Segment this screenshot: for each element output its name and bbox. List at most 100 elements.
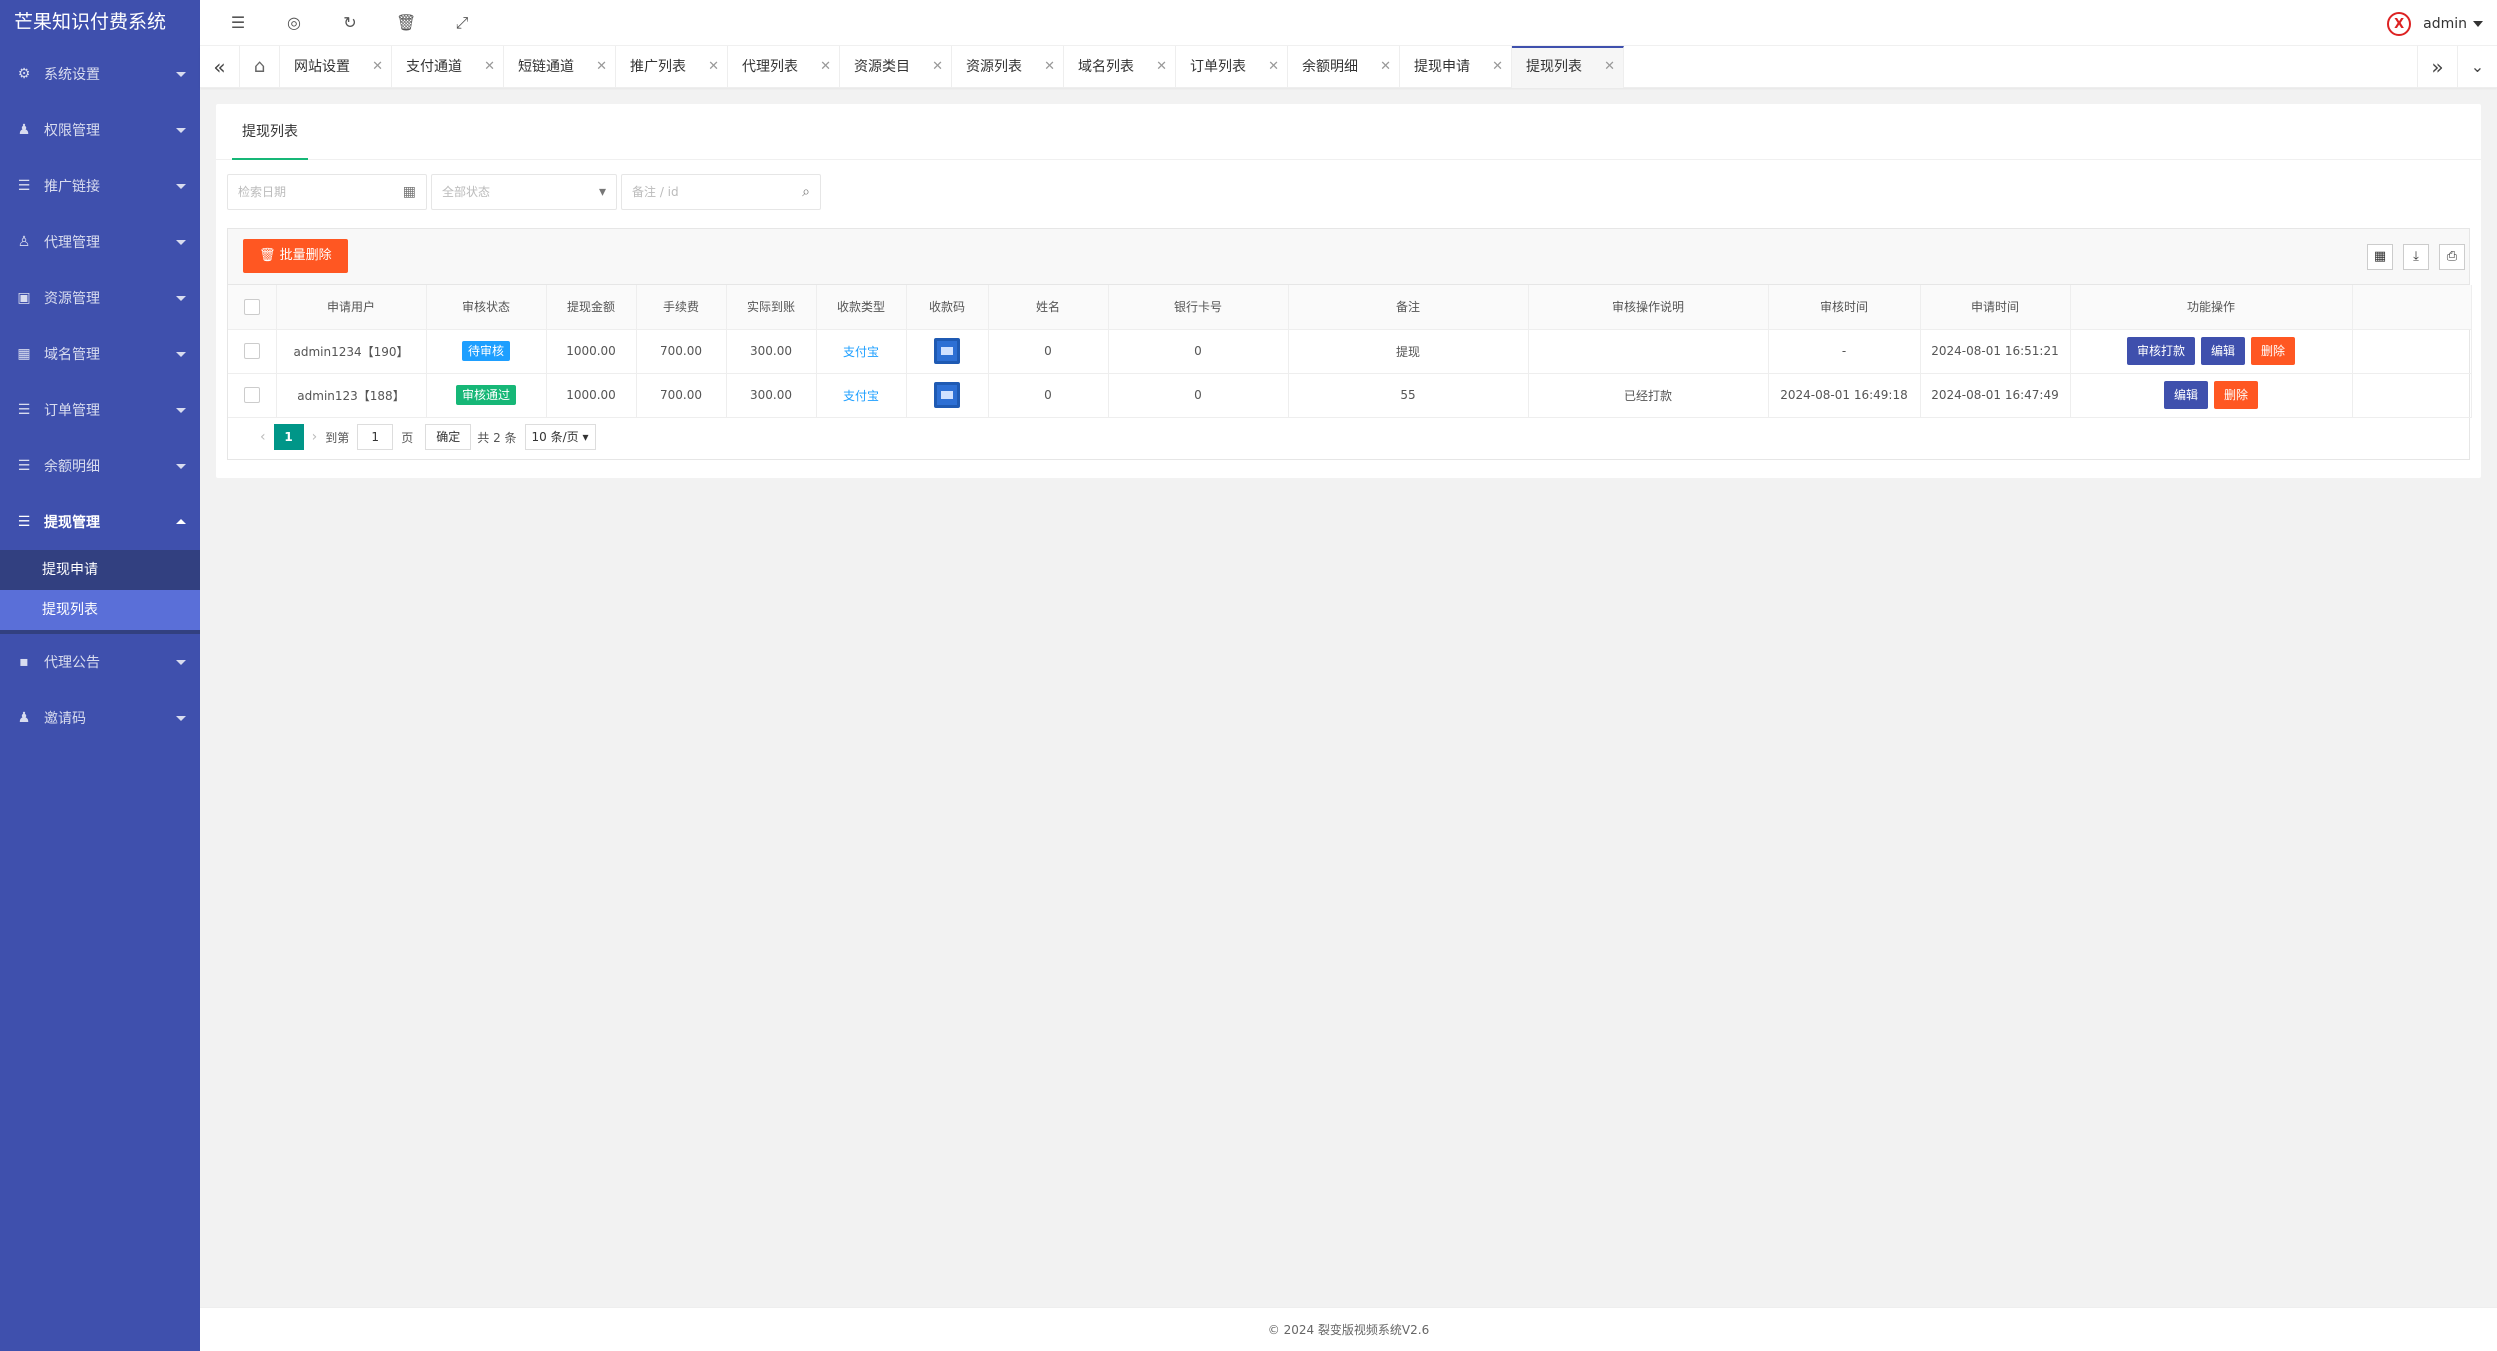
column-header: 提现金额 [546,285,637,330]
column-header: 实际到账 [726,285,817,330]
submenu-item-1[interactable]: 提现列表 [0,590,200,630]
tab-1[interactable]: 支付通道 ✕ [392,46,504,88]
close-icon[interactable]: ✕ [1044,46,1055,88]
menu-toggle-icon[interactable]: ☰ [228,13,248,33]
search-icon[interactable]: ⌕ [802,175,810,209]
table-header-row: 申请用户 审核状态 提现金额 手续费 实际到账 收款类型 收款码 姓名 银行卡号 备注 审核操作说明… [228,285,2472,330]
sidebar-item-3[interactable]: ♙ 代理管理 [0,214,200,270]
close-icon[interactable]: ✕ [372,46,383,88]
sidebar-item-5[interactable]: ▦ 域名管理 [0,326,200,382]
row-spacer [2352,373,2472,418]
batch-delete-button[interactable]: 🗑 批量删除 [243,239,348,273]
close-icon[interactable]: ✕ [484,46,495,88]
tabs-left-icon[interactable]: « [200,46,240,88]
keyword-search-input[interactable]: 备注 / id ⌕ [621,174,821,210]
amount-cell: 1000.00 [546,329,637,374]
qr-code-icon[interactable] [934,382,960,408]
tab-9[interactable]: 余额明细 ✕ [1288,46,1400,88]
menu-icon: ☰ [17,514,31,530]
qr-code-icon[interactable] [934,338,960,364]
sidebar-item-8[interactable]: ☰ 提现管理 [0,494,200,550]
user-menu[interactable]: X admin [2387,12,2483,36]
edit-button[interactable]: 编辑 [2200,337,2245,365]
tab-label: 支付通道 [406,59,462,75]
fullscreen-icon[interactable]: ⤢ [452,13,472,33]
menu-icon: ⚙ [17,66,31,82]
export-icon[interactable]: ⤓ [2403,244,2429,270]
sidebar-item-0[interactable]: ⚙ 系统设置 [0,46,200,102]
column-header: 审核时间 [1768,285,1921,330]
sidebar-item-label: 提现管理 [44,515,100,531]
row-checkbox[interactable] [243,343,260,359]
audit-time-cell: - [1768,329,1921,374]
sidebar-item-6[interactable]: ☰ 订单管理 [0,382,200,438]
columns-icon[interactable]: ▦ [2367,244,2393,270]
tab-10[interactable]: 提现申请 ✕ [1400,46,1512,88]
page-input[interactable]: 1 [357,424,394,450]
sidebar-item-4[interactable]: ▣ 资源管理 [0,270,200,326]
goto-confirm-button[interactable]: 确定 [425,424,472,450]
tabs-right-icon[interactable]: » [2417,46,2457,88]
tab-11[interactable]: 提现列表 ✕ [1512,46,1624,88]
tabs-dropdown-icon[interactable]: ⌄ [2457,46,2497,88]
payment-type-link[interactable]: 支付宝 [843,345,879,359]
table-toolbar: 🗑 批量删除 ▦ ⤓ ⎙ [228,229,2469,285]
globe-icon[interactable]: ◎ [284,13,304,33]
close-icon[interactable]: ✕ [1380,46,1391,88]
close-icon[interactable]: ✕ [820,46,831,88]
chevron-down-icon [176,519,186,524]
close-icon[interactable]: ✕ [932,46,943,88]
trash-icon[interactable]: 🗑 [396,13,416,33]
status-cell: 待审核 [426,329,547,374]
page-size-select[interactable]: 10 条/页 ▾ [524,424,596,450]
tab-0[interactable]: 网站设置 ✕ [280,46,392,88]
tab-7[interactable]: 域名列表 ✕ [1064,46,1176,88]
sidebar-item-label: 权限管理 [44,123,100,139]
fee-cell: 700.00 [636,329,727,374]
row-checkbox[interactable] [243,387,260,403]
delete-button[interactable]: 删除 [2214,381,2259,409]
sidebar-item-9[interactable]: ▪ 代理公告 [0,634,200,690]
tab-label: 推广列表 [630,59,686,75]
current-page[interactable]: 1 [273,424,304,450]
home-icon[interactable]: ⌂ [240,46,280,88]
select-all-checkbox[interactable] [243,298,260,315]
refresh-icon[interactable]: ↻ [340,13,360,33]
status-select[interactable]: 全部状态 ▾ [431,174,617,210]
chevron-down-icon [176,184,186,189]
page-unit: 页 [401,430,414,445]
prev-page-icon[interactable]: ‹ [260,429,266,445]
close-icon[interactable]: ✕ [708,46,719,88]
close-icon[interactable]: ✕ [1268,46,1279,88]
sidebar-item-1[interactable]: ♟ 权限管理 [0,102,200,158]
user-cell: admin123【188】 [276,373,427,418]
card-cell: 0 [1108,329,1289,374]
print-icon[interactable]: ⎙ [2439,244,2465,270]
date-search-input[interactable]: 检索日期 ▦ [227,174,427,210]
tab-6[interactable]: 资源列表 ✕ [952,46,1064,88]
close-icon[interactable]: ✕ [1604,48,1615,86]
sidebar-item-2[interactable]: ☰ 推广链接 [0,158,200,214]
apply-time-cell: 2024-08-01 16:51:21 [1920,329,2071,374]
delete-button[interactable]: 删除 [2251,337,2296,365]
tab-2[interactable]: 短链通道 ✕ [504,46,616,88]
tab-5[interactable]: 资源类目 ✕ [840,46,952,88]
close-icon[interactable]: ✕ [596,46,607,88]
sidebar-item-7[interactable]: ☰ 余额明细 [0,438,200,494]
tab-4[interactable]: 代理列表 ✕ [728,46,840,88]
tab-label: 域名列表 [1078,59,1134,75]
footer: © 2024 裂变版视频系统V2.6 [200,1307,2497,1351]
panel-title-tab[interactable]: 提现列表 [232,104,308,160]
close-icon[interactable]: ✕ [1492,46,1503,88]
sidebar-item-10[interactable]: ♟ 邀请码 [0,690,200,746]
edit-button[interactable]: 编辑 [2163,381,2208,409]
tab-8[interactable]: 订单列表 ✕ [1176,46,1288,88]
payment-type-link[interactable]: 支付宝 [843,389,879,403]
sidebar-item-label: 域名管理 [44,347,100,363]
column-header: 收款类型 [816,285,907,330]
approve-pay-button[interactable]: 审核打款 [2126,337,2195,365]
tab-3[interactable]: 推广列表 ✕ [616,46,728,88]
close-icon[interactable]: ✕ [1156,46,1167,88]
next-page-icon[interactable]: › [312,429,318,445]
submenu-item-0[interactable]: 提现申请 [0,550,200,590]
